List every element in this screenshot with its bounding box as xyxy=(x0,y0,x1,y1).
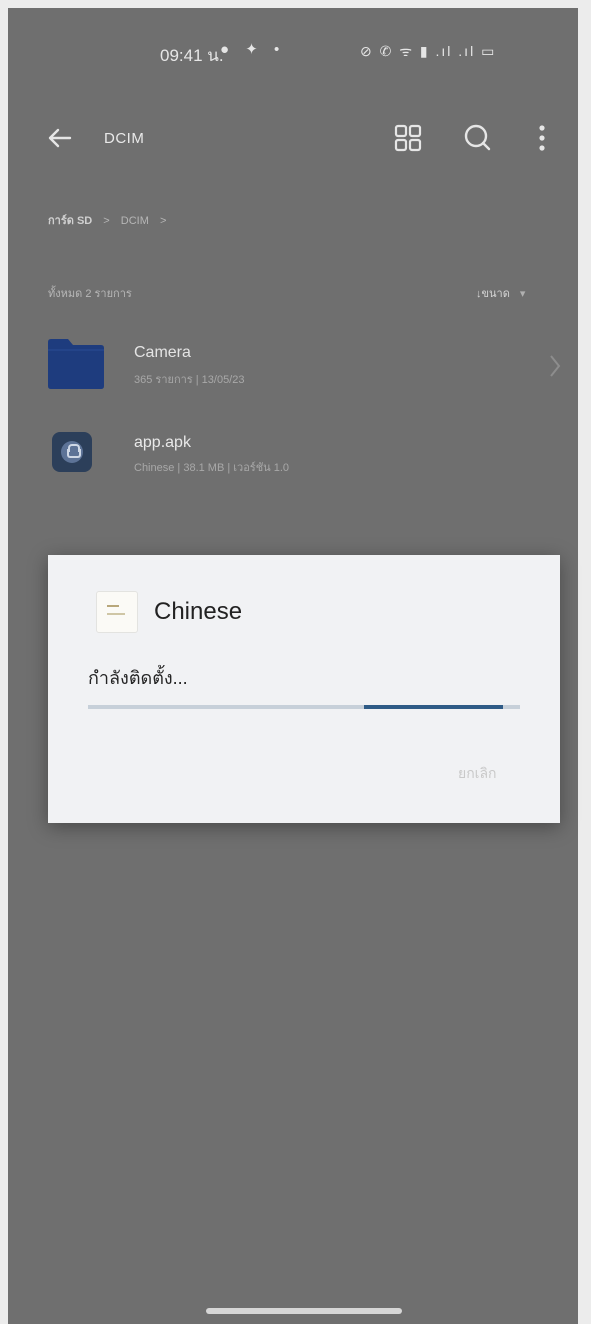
cancel-button[interactable]: ยกเลิก xyxy=(458,763,497,785)
item-name: Camera xyxy=(134,344,191,361)
app-icon-line xyxy=(107,605,119,607)
breadcrumb-root[interactable]: การ์ด SD xyxy=(48,215,92,227)
search-icon[interactable] xyxy=(460,120,496,156)
apk-icon-glyph xyxy=(61,441,83,463)
item-meta: Chinese | 38.1 MB | เวอร์ชัน 1.0 xyxy=(134,462,290,474)
app-icon-line xyxy=(107,613,125,615)
chevron-right-icon xyxy=(550,355,561,377)
dialog-app-name: Chinese xyxy=(154,598,243,625)
status-time: 09:41 น. xyxy=(160,46,224,65)
breadcrumb: การ์ด SD > DCIM > xyxy=(48,211,174,229)
folder-icon xyxy=(48,339,104,389)
install-dialog: Chinese กำลังติดตั้ง... ยกเลิก xyxy=(48,555,560,823)
app-icon xyxy=(96,591,138,633)
item-meta: 365 รายการ | 13/05/23 xyxy=(134,374,245,386)
item-name: app.apk xyxy=(134,434,191,451)
breadcrumb-current[interactable]: DCIM xyxy=(121,215,149,227)
breadcrumb-separator: > xyxy=(159,215,167,227)
sort-caret-icon: ▾ xyxy=(519,288,526,300)
install-progress-fill xyxy=(364,705,503,709)
install-status-text: กำลังติดตั้ง... xyxy=(88,668,188,688)
home-indicator[interactable] xyxy=(206,1308,402,1314)
status-bar: 09:41 น. ● ✦ • ⊘ ✆ ᯤ ▮ .ıl .ıl ▭ xyxy=(8,8,578,94)
page-title: DCIM xyxy=(104,130,145,147)
grid-view-icon[interactable] xyxy=(390,120,426,156)
notification-icons: ● ✦ • xyxy=(220,41,286,58)
system-status-icons: ⊘ ✆ ᯤ ▮ .ıl .ıl ▭ xyxy=(360,43,497,59)
list-item-camera[interactable]: Camera 365 รายการ | 13/05/23 xyxy=(8,326,578,406)
breadcrumb-separator: > xyxy=(103,215,110,227)
item-count: ทั้งหมด 2 รายการ xyxy=(48,288,132,300)
apk-icon xyxy=(52,432,92,472)
sort-label: ↓ขนาด xyxy=(476,288,510,300)
list-item-apk[interactable]: app.apk Chinese | 38.1 MB | เวอร์ชัน 1.0 xyxy=(8,420,578,500)
install-progress-track xyxy=(88,705,520,709)
more-options-icon[interactable] xyxy=(534,120,570,156)
app-bar: DCIM xyxy=(8,108,578,168)
sort-button[interactable]: ↓ขนาด ▾ xyxy=(476,284,525,302)
back-arrow-icon[interactable] xyxy=(42,118,82,158)
